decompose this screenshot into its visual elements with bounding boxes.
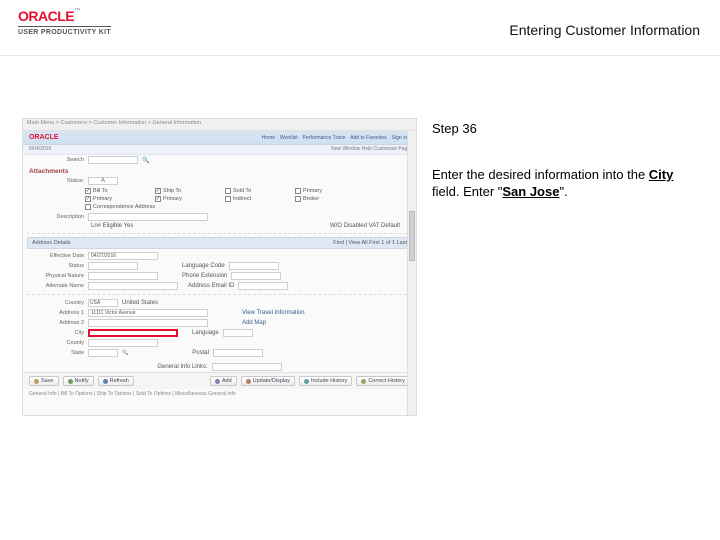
oracle-logo-block: ORACLE™ USER PRODUCTIVITY KIT: [18, 8, 111, 37]
status-field[interactable]: A: [88, 177, 118, 185]
addr2-label: Address 2: [29, 320, 84, 326]
language-label: Language: [192, 330, 219, 336]
nav-first-last[interactable]: Find | View All First 1 of 1 Last: [333, 240, 407, 246]
desc-field[interactable]: [88, 213, 208, 221]
subbar-links[interactable]: New Window Help Customize Page: [331, 146, 410, 153]
scroll-thumb[interactable]: [409, 211, 415, 261]
country-label: Country: [29, 300, 84, 306]
subbar-date: 6/04/2016: [29, 146, 51, 153]
county-field[interactable]: [88, 339, 158, 347]
addr2-field[interactable]: [88, 319, 208, 327]
effdate-label: Effective Date: [29, 253, 84, 259]
breadcrumb[interactable]: Main Menu > Customers > Customer Informa…: [27, 120, 201, 129]
status2-label: Status: [29, 263, 84, 269]
genlink-label: General Info Links:: [157, 364, 207, 370]
instruction-text: Enter the desired information into the C…: [432, 166, 692, 201]
phoneext-field[interactable]: [231, 272, 281, 280]
county-label: County: [29, 340, 84, 346]
upk-label: USER PRODUCTIVITY KIT: [18, 26, 111, 36]
page-title: Entering Customer Information: [509, 22, 700, 38]
check-primary3[interactable]: ✓: [155, 196, 161, 202]
search-icon[interactable]: 🔍: [142, 157, 149, 164]
altname-field[interactable]: [88, 282, 178, 290]
postal-field[interactable]: [213, 349, 263, 357]
city-label: City: [29, 330, 84, 336]
link-favorites[interactable]: Add to Favorites: [350, 135, 386, 141]
check-primary2[interactable]: ✓: [85, 196, 91, 202]
oracle-mini-logo: ORACLE: [29, 134, 59, 141]
check-soldto[interactable]: [225, 188, 231, 194]
link-home[interactable]: Home: [262, 135, 275, 141]
section-attachments: Attachments: [23, 165, 416, 176]
step-number: Step 36: [432, 120, 692, 138]
correct-hist-button[interactable]: Correct History: [356, 376, 410, 386]
save-button[interactable]: Save: [29, 376, 59, 386]
country-desc: United States: [122, 300, 158, 306]
check-broker[interactable]: [295, 196, 301, 202]
corrhist-icon: [361, 379, 366, 384]
checkbox-grid: ✓Bill To ✓Ship To Sold To Primary ✓Prima…: [23, 186, 416, 212]
phoneext-label: Phone Extension: [182, 273, 227, 279]
langcode-field[interactable]: [229, 262, 279, 270]
search-input[interactable]: [88, 156, 138, 164]
state-field[interactable]: [88, 349, 118, 357]
lookup-icon[interactable]: 🔍: [122, 350, 128, 356]
add-button[interactable]: Add: [210, 376, 237, 386]
check-shipto[interactable]: ✓: [155, 188, 161, 194]
oracle-logo: ORACLE: [18, 8, 74, 24]
langcode-label: Language Code: [182, 263, 225, 269]
save-icon: [34, 379, 39, 384]
add-icon: [215, 379, 220, 384]
breadcrumb-bar: Main Menu > Customers > Customer Informa…: [23, 119, 416, 131]
check-corresp[interactable]: [85, 204, 91, 210]
language-field[interactable]: [223, 329, 253, 337]
country-field[interactable]: USA: [88, 299, 118, 307]
addremail-field[interactable]: [238, 282, 288, 290]
check-primary1[interactable]: [295, 188, 301, 194]
wo-vat: W/O Disabled VAT Default: [330, 223, 400, 229]
notify-button[interactable]: Notify: [63, 376, 94, 386]
view-travel-link[interactable]: View Travel Information: [242, 310, 305, 316]
desc-label: Description: [29, 214, 84, 220]
state-label: State: [29, 350, 84, 356]
physnat-label: Physical Nature: [29, 273, 84, 279]
city-field[interactable]: [88, 329, 178, 337]
include-hist-button[interactable]: Include History: [299, 376, 352, 386]
addr1-label: Address 1: [29, 310, 84, 316]
check-indirect[interactable]: [225, 196, 231, 202]
notify-icon: [68, 379, 73, 384]
link-perftrace[interactable]: Performance Trace: [303, 135, 346, 141]
altname-label: Alternate Name: [29, 283, 84, 289]
inchist-icon: [304, 379, 309, 384]
status2-field[interactable]: [88, 262, 138, 270]
update-icon: [246, 379, 251, 384]
postal-label: Postal: [192, 350, 209, 356]
effdate-field[interactable]: 04/27/2016: [88, 252, 158, 260]
search-label: Search: [29, 157, 84, 163]
status-label: Status:: [29, 178, 84, 184]
top-links: Home Worklist Performance Trace Add to F…: [262, 135, 410, 141]
add-map-link[interactable]: Add Map: [242, 320, 266, 326]
physnat-field[interactable]: [88, 272, 158, 280]
genlink-field[interactable]: [212, 363, 282, 371]
address-details-bar: Address Details Find | View All First 1 …: [27, 237, 412, 249]
refresh-button[interactable]: Refresh: [98, 376, 134, 386]
footer-tabs[interactable]: General Info | Bill To Options | Ship To…: [23, 389, 416, 399]
check-billto[interactable]: ✓: [85, 188, 91, 194]
vertical-scrollbar[interactable]: [407, 131, 416, 415]
update-button[interactable]: Update/Display: [241, 376, 295, 386]
addr1-field[interactable]: 11111 Victor Avenue: [88, 309, 208, 317]
app-screenshot: Main Menu > Customers > Customer Informa…: [22, 118, 417, 416]
ln-eligible: Ln# Eligible Yes: [29, 223, 133, 229]
addremail-label: Address Email ID: [188, 283, 234, 289]
link-worklist[interactable]: Worklist: [280, 135, 298, 141]
refresh-icon: [103, 379, 108, 384]
